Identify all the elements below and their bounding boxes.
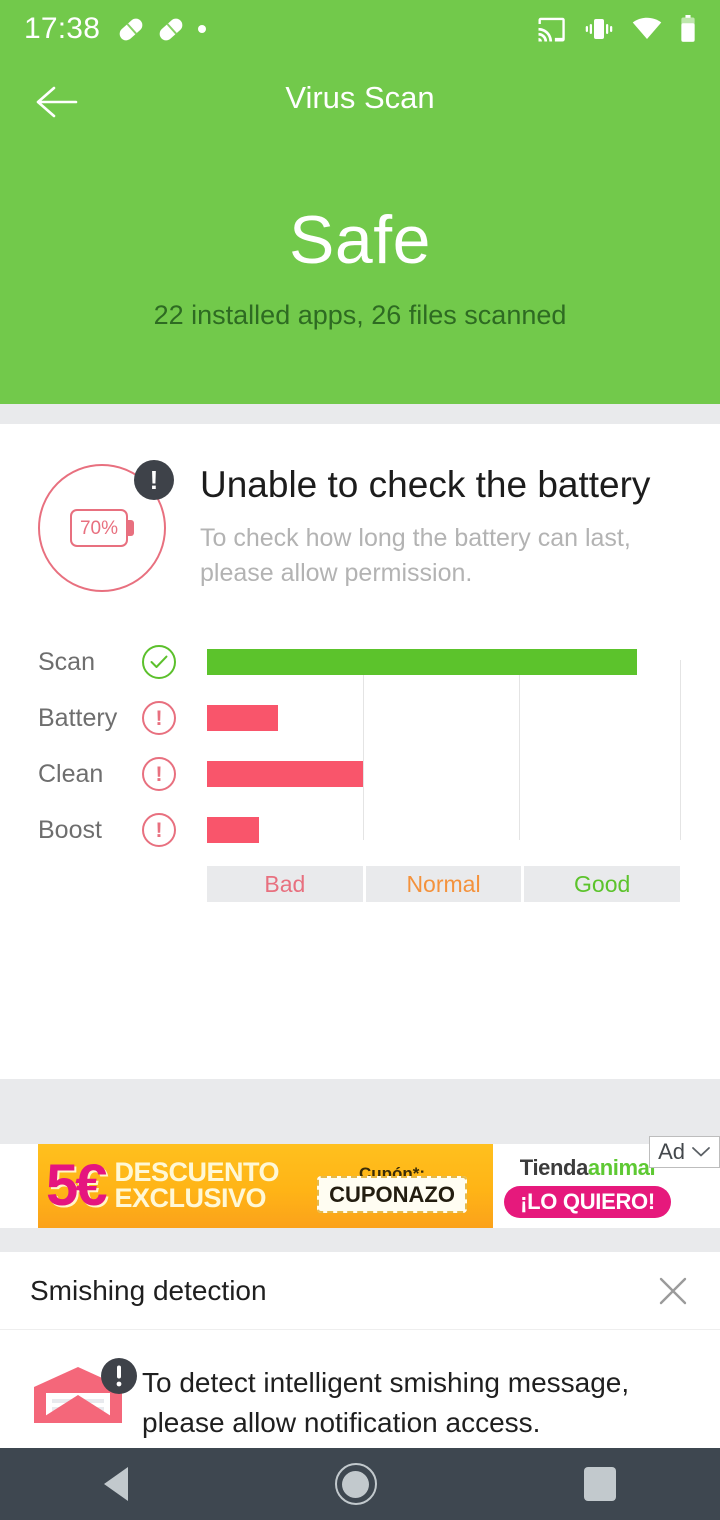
section-divider [0, 1228, 720, 1252]
battery-text-block: Unable to check the battery To check how… [200, 460, 690, 598]
close-icon[interactable] [656, 1274, 690, 1308]
smishing-title: Smishing detection [30, 1274, 267, 1306]
alert-badge-icon: ! [134, 460, 174, 500]
exclamation-circle-icon: ! [142, 813, 176, 847]
nav-home-icon[interactable] [334, 1463, 377, 1505]
metric-label: Clean [38, 759, 104, 788]
battery-gauge: 70% ! [38, 460, 174, 598]
chart-gridline [680, 660, 681, 840]
ad-offer-panel[interactable]: 5€ DESCUENTO EXCLUSIVO Cupón*: CUPONAZO [38, 1144, 493, 1228]
status-bar-clock: 17:38 [24, 12, 101, 45]
exclamation-circle-icon: ! [142, 757, 176, 791]
chart-legend-item: Good [524, 866, 681, 902]
nav-recents-icon[interactable] [584, 1467, 617, 1501]
battery-card-title: Unable to check the battery [200, 464, 651, 505]
chevron-down-icon [692, 1147, 710, 1157]
section-divider [0, 404, 720, 424]
status-bar-system-icons [536, 15, 696, 43]
ad-brand-logo: Tiendaanimal [519, 1154, 656, 1181]
alert-badge-icon [101, 1358, 137, 1394]
ad-badge-label: Ad [658, 1139, 685, 1164]
page-title: Virus Scan [285, 80, 435, 115]
health-bar-chart [207, 634, 681, 858]
scan-summary-text: 22 installed apps, 26 files scanned [153, 300, 567, 330]
metric-row-battery[interactable]: Battery ! [38, 690, 198, 746]
ad-coupon-block: Cupón*: CUPONAZO [291, 1165, 493, 1213]
nav-back-icon[interactable] [103, 1467, 128, 1501]
vibrate-icon [585, 19, 613, 39]
battery-card-description: To check how long the battery can last, … [200, 523, 631, 588]
battery-percent-label: 70% [79, 517, 119, 539]
ad-brand-part1: Tienda [519, 1154, 589, 1180]
smishing-detection-header: Smishing detection [0, 1252, 720, 1330]
chart-bar [207, 649, 638, 675]
chart-bar [207, 817, 260, 843]
chart-bar [207, 761, 364, 787]
chart-legend: Bad Normal Good [207, 866, 681, 902]
ad-choices-badge[interactable]: Ad [649, 1136, 720, 1168]
ad-discount-amount: 5€ [46, 1152, 107, 1218]
android-navigation-bar [0, 1448, 720, 1520]
battery-level-icon: 70% [70, 509, 134, 547]
ad-cta-button[interactable]: ¡LO QUIERO! [504, 1185, 671, 1218]
smishing-detection-body: To detect intelligent smishing message, … [0, 1331, 720, 1451]
chart-legend-item: Bad [207, 866, 363, 902]
dot-icon [198, 25, 207, 33]
pill-icon [157, 15, 186, 43]
check-circle-icon [142, 645, 176, 679]
title-bar: Virus Scan [0, 58, 720, 146]
scan-result-header: Virus Scan Safe 22 installed apps, 26 fi… [0, 58, 720, 404]
battery-body: 70% [70, 509, 128, 547]
scan-status-text: Safe [289, 202, 431, 278]
wifi-icon [632, 17, 662, 39]
status-bar: 17:38 [0, 0, 720, 58]
pill-icon [117, 15, 146, 43]
metric-label: Battery [38, 703, 118, 732]
cast-icon [538, 17, 565, 42]
smishing-message: To detect intelligent smishing message, … [142, 1367, 630, 1438]
ad-brand-part2: animal [587, 1154, 656, 1180]
metric-label: Scan [38, 647, 95, 676]
ad-coupon-code: CUPONAZO [317, 1176, 467, 1213]
exclamation-circle-icon: ! [142, 701, 176, 735]
nav-home-inner [342, 1470, 370, 1498]
smishing-icon-wrap [30, 1357, 140, 1433]
chart-gridline [519, 660, 521, 840]
app-screen: 17:38 Virus Scan Safe 22 installed apps,… [0, 0, 720, 1520]
ad-headline-line2: EXCLUSIVO [114, 1183, 267, 1213]
advertisement-banner[interactable]: 5€ DESCUENTO EXCLUSIVO Cupón*: CUPONAZO … [0, 1136, 720, 1228]
metric-row-scan[interactable]: Scan [38, 634, 198, 690]
metrics-chart-section: Scan Battery ! Clean ! Boost ! Bad Norma… [0, 634, 720, 902]
metric-label: Boost [38, 815, 102, 844]
chart-bar [207, 705, 278, 731]
status-bar-notification-icons [117, 15, 207, 43]
section-divider [0, 1079, 720, 1144]
chart-plot-area [207, 634, 681, 858]
ad-headline: DESCUENTO EXCLUSIVO [114, 1159, 280, 1213]
chart-gridline [363, 660, 365, 840]
chart-legend-item: Normal [365, 866, 522, 902]
metric-row-boost[interactable]: Boost ! [38, 802, 198, 858]
battery-summary-row: 70% ! Unable to check the battery To che… [0, 424, 720, 598]
metric-label-list: Scan Battery ! Clean ! Boost ! [38, 634, 198, 858]
ad-content[interactable]: 5€ DESCUENTO EXCLUSIVO Cupón*: CUPONAZO … [38, 1144, 682, 1228]
battery-permission-card: 70% ! Unable to check the battery To che… [0, 424, 720, 1489]
battery-icon [681, 15, 695, 42]
metric-row-clean[interactable]: Clean ! [38, 746, 198, 802]
battery-tip [127, 520, 134, 536]
